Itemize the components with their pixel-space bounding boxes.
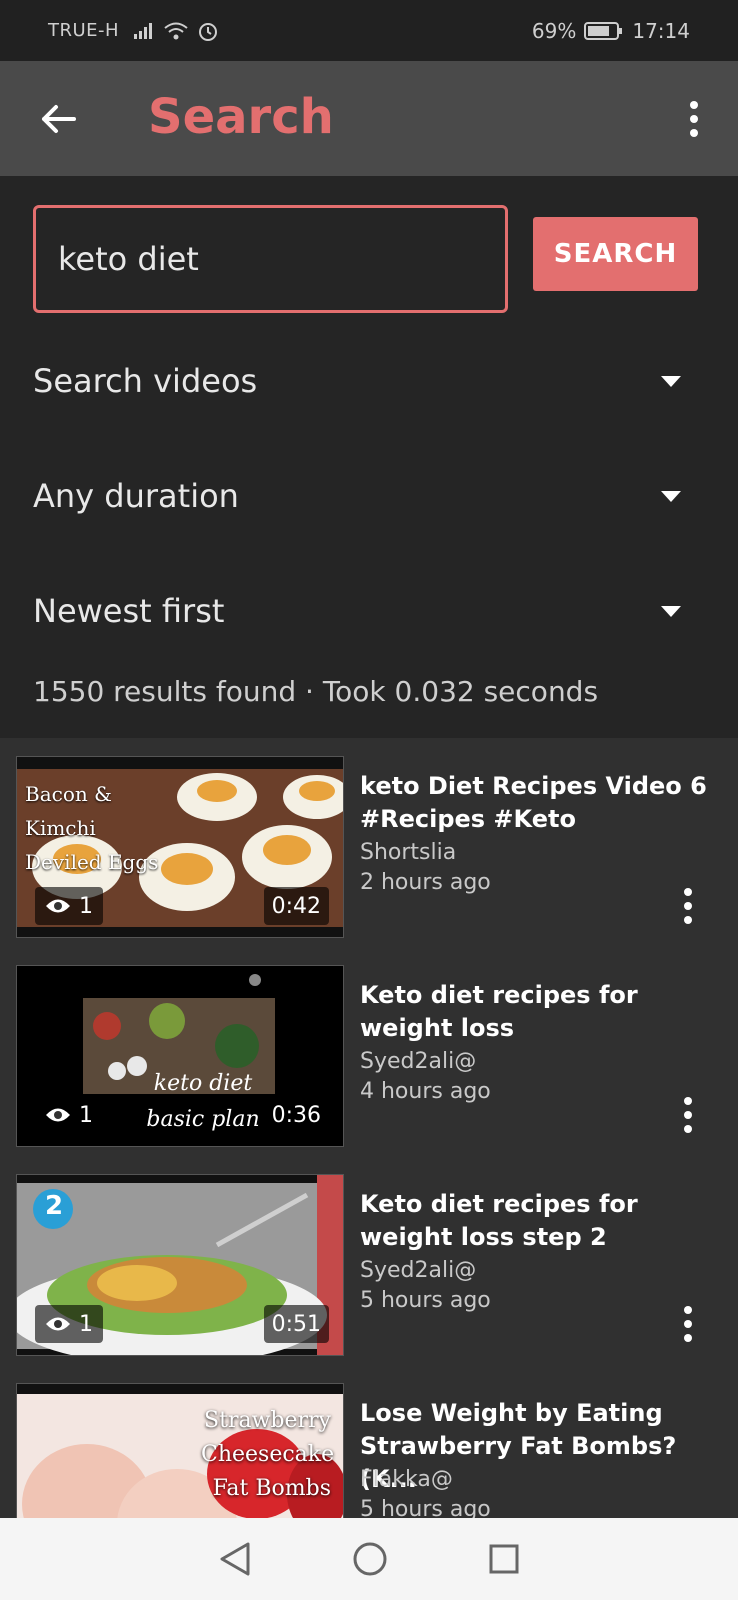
- search-input[interactable]: [58, 240, 478, 278]
- sort-label: Newest first: [33, 592, 225, 630]
- more-vert-icon[interactable]: [678, 886, 698, 926]
- eye-icon: [46, 899, 70, 913]
- video-title[interactable]: Keto diet recipes for weight loss step 2: [360, 1188, 710, 1254]
- eye-icon: [46, 1108, 70, 1122]
- sort-dropdown[interactable]: Newest first: [33, 581, 703, 641]
- battery-icon: [584, 21, 623, 40]
- carrier-label: TRUE-H: [48, 20, 120, 41]
- back-arrow-icon[interactable]: [38, 99, 78, 139]
- nav-home-icon[interactable]: [352, 1541, 388, 1577]
- thumbnail-caption: keto diet basic plan: [146, 1071, 260, 1132]
- video-time: 2 hours ago: [360, 870, 491, 895]
- app-bar: Search: [0, 61, 738, 176]
- view-count: 1: [79, 1311, 93, 1337]
- dropdown-caret-icon: [661, 375, 681, 387]
- more-vert-icon[interactable]: [678, 1304, 698, 1344]
- video-thumbnail[interactable]: Strawberry Cheesecake Fat Bombs: [16, 1383, 344, 1518]
- video-thumbnail[interactable]: Bacon & Kimchi Deviled Eggs 1 0:42: [16, 756, 344, 938]
- duration-badge: 0:36: [263, 1096, 329, 1134]
- view-count-badge: 1: [35, 1305, 103, 1343]
- system-nav-bar: [0, 1518, 738, 1600]
- signal-icon: [134, 22, 153, 39]
- video-title[interactable]: Keto diet recipes for weight loss: [360, 979, 710, 1045]
- results-summary: 1550 results found · Took 0.032 seconds: [33, 675, 599, 708]
- dropdown-caret-icon: [661, 490, 681, 502]
- more-vert-icon[interactable]: [678, 1095, 698, 1135]
- video-channel[interactable]: Shortslia: [360, 840, 456, 865]
- video-channel[interactable]: Syed2ali@: [360, 1049, 476, 1074]
- thumbnail-caption: 2: [44, 1191, 64, 1221]
- video-thumbnail[interactable]: keto diet basic plan 1 0:36: [16, 965, 344, 1147]
- video-channel[interactable]: Flakka@: [360, 1467, 453, 1492]
- video-list[interactable]: Bacon & Kimchi Deviled Eggs 1 0:42 keto …: [0, 738, 738, 1518]
- video-item[interactable]: keto diet basic plan 1 0:36 Keto diet re…: [0, 965, 738, 1155]
- view-count: 1: [79, 1102, 93, 1128]
- video-time: 5 hours ago: [360, 1288, 491, 1313]
- video-title[interactable]: keto Diet Recipes Video 6 #Recipes #Keto: [360, 770, 710, 836]
- page-title: Search: [148, 89, 334, 145]
- dropdown-caret-icon: [661, 605, 681, 617]
- eye-icon: [46, 1317, 70, 1331]
- nav-recents-icon[interactable]: [488, 1543, 520, 1575]
- status-icons: [133, 20, 219, 42]
- nav-back-icon[interactable]: [218, 1541, 252, 1577]
- thumbnail-caption: Strawberry Cheesecake Fat Bombs: [201, 1408, 335, 1501]
- duration-dropdown[interactable]: Any duration: [33, 466, 703, 526]
- clock: 17:14: [632, 18, 690, 43]
- duration-label: Any duration: [33, 477, 239, 515]
- video-time: 5 hours ago: [360, 1497, 491, 1518]
- view-count-badge: 1: [35, 1096, 103, 1134]
- duration-badge: 0:42: [263, 887, 329, 925]
- video-thumbnail[interactable]: 2 1 0:51: [16, 1174, 344, 1356]
- battery-percent: 69%: [531, 18, 577, 43]
- alarm-icon: [199, 22, 218, 41]
- video-time: 4 hours ago: [360, 1079, 491, 1104]
- view-count: 1: [79, 893, 93, 919]
- duration-badge: 0:51: [263, 1305, 329, 1343]
- search-type-dropdown[interactable]: Search videos: [33, 351, 703, 411]
- video-item[interactable]: 2 1 0:51 Keto diet recipes for weight lo…: [0, 1174, 738, 1364]
- video-item[interactable]: Bacon & Kimchi Deviled Eggs 1 0:42 keto …: [0, 756, 738, 946]
- more-vert-icon[interactable]: [684, 99, 704, 139]
- search-type-label: Search videos: [33, 362, 258, 400]
- video-channel[interactable]: Syed2ali@: [360, 1258, 476, 1283]
- thumbnail-caption: Bacon & Kimchi Deviled Eggs: [25, 782, 159, 874]
- view-count-badge: 1: [35, 887, 103, 925]
- search-button[interactable]: SEARCH: [533, 217, 698, 291]
- status-bar: TRUE-H 69% 17:14: [0, 0, 738, 61]
- video-item[interactable]: Strawberry Cheesecake Fat Bombs Lose Wei…: [0, 1383, 738, 1518]
- search-field[interactable]: [33, 205, 508, 313]
- wifi-icon: [164, 22, 188, 39]
